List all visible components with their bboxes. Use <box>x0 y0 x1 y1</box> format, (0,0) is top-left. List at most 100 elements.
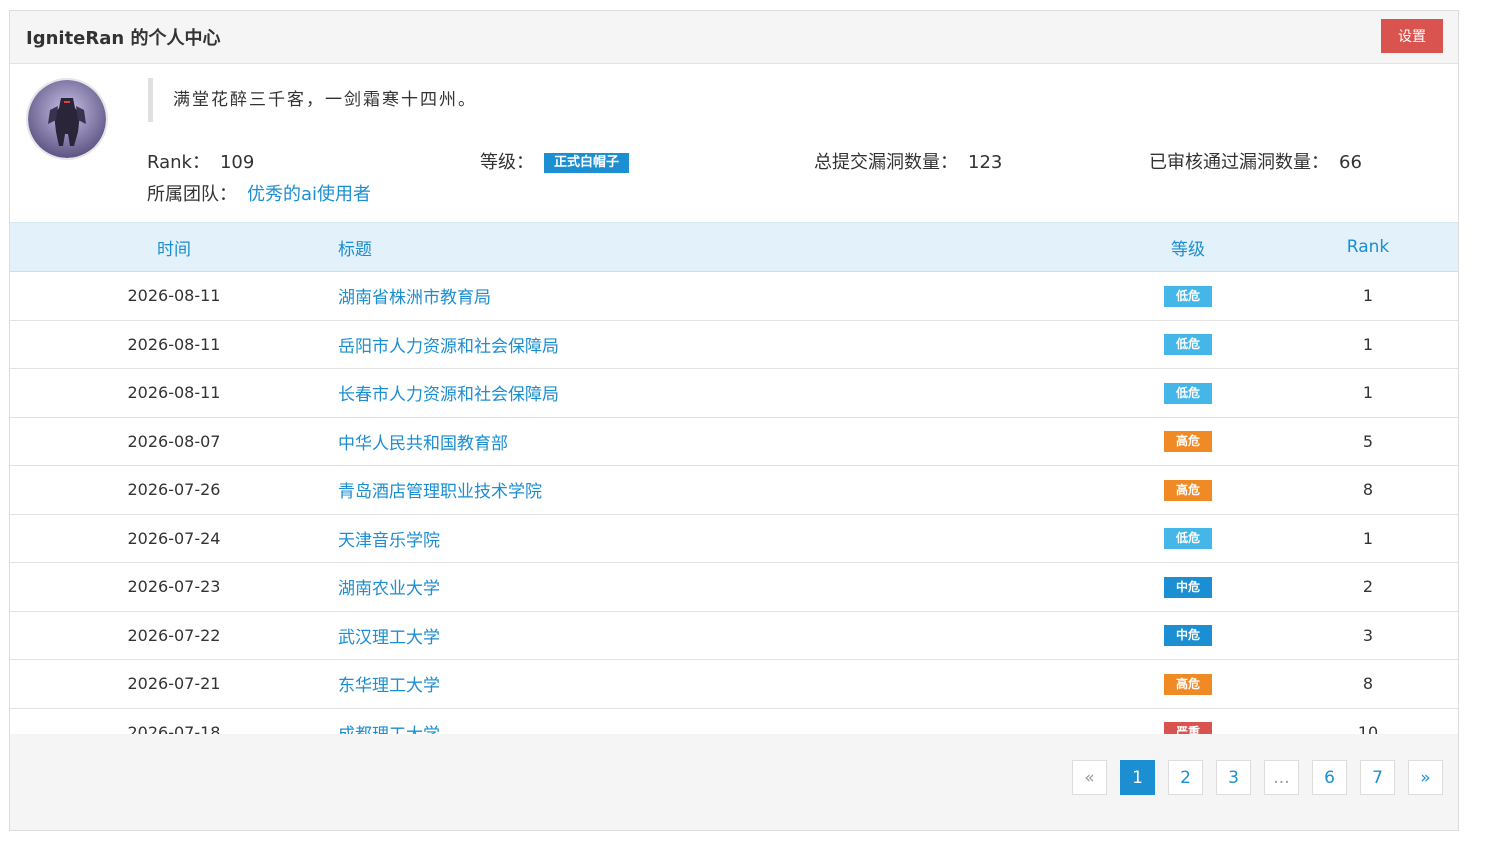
row-rank: 1 <box>1278 271 1458 321</box>
row-title-cell: 东华理工大学 <box>338 659 1098 709</box>
row-date: 2026-08-11 <box>10 271 338 321</box>
row-level-cell: 高危 <box>1098 465 1278 515</box>
row-title-link[interactable]: 天津音乐学院 <box>338 531 440 551</box>
pagination-footer: « 1 2 3... 6 7 » <box>10 734 1458 830</box>
table-row: 2026-08-11 湖南省株洲市教育局 低危 1 <box>10 271 1458 321</box>
team-stat: 所属团队： 优秀的ai使用者 <box>147 180 371 206</box>
team-link[interactable]: 优秀的ai使用者 <box>247 184 371 205</box>
header-title: 标题 <box>338 222 1098 272</box>
row-title-link[interactable]: 长春市人力资源和社会保障局 <box>338 385 559 405</box>
severity-badge: 低危 <box>1164 382 1212 404</box>
team-label: 所属团队： <box>147 184 237 205</box>
pagination-ellipsis[interactable]: ... <box>1264 760 1299 795</box>
row-date: 2026-07-21 <box>10 659 338 709</box>
severity-badge: 高危 <box>1164 673 1212 695</box>
pagination-page-6[interactable]: 6 <box>1312 760 1347 795</box>
avatar[interactable] <box>26 78 108 160</box>
total-submissions-stat: 总提交漏洞数量： 123 <box>814 148 1002 174</box>
row-title-cell: 湖南省株洲市教育局 <box>338 271 1098 321</box>
vulnerability-table: 时间 标题 等级 Rank 2026-08-11 湖南省株洲市教育局 低危 1 2026… <box>10 222 1458 757</box>
table-row: 2026-08-11 长春市人力资源和社会保障局 低危 1 <box>10 368 1458 418</box>
panel-header: IgniteRan 的个人中心 设置 <box>10 11 1458 64</box>
pagination: « 1 2 3... 6 7 » <box>1059 760 1443 795</box>
row-title-cell: 长春市人力资源和社会保障局 <box>338 368 1098 418</box>
row-title-cell: 武汉理工大学 <box>338 611 1098 660</box>
table-row: 2026-08-07 中华人民共和国教育部 高危 5 <box>10 417 1458 466</box>
rank-value: 109 <box>219 152 255 173</box>
row-title-link[interactable]: 武汉理工大学 <box>338 628 440 648</box>
row-title-link[interactable]: 湖南农业大学 <box>338 579 440 599</box>
row-rank: 1 <box>1278 320 1458 369</box>
row-title-link[interactable]: 湖南省株洲市教育局 <box>338 288 491 308</box>
page-title: IgniteRan 的个人中心 <box>26 28 221 49</box>
severity-badge: 高危 <box>1164 431 1212 453</box>
row-level-cell: 低危 <box>1098 320 1278 369</box>
row-title-cell: 中华人民共和国教育部 <box>338 417 1098 466</box>
total-value: 123 <box>968 152 1003 173</box>
row-level-cell: 高危 <box>1098 659 1278 709</box>
row-level-cell: 低危 <box>1098 368 1278 418</box>
approved-label: 已审核通过漏洞数量： <box>1149 152 1329 173</box>
level-label: 等级： <box>480 152 534 173</box>
row-date: 2026-07-23 <box>10 562 338 612</box>
level-badge: 正式白帽子 <box>544 153 630 173</box>
table-header-row: 时间 标题 等级 Rank <box>10 222 1458 272</box>
row-rank: 5 <box>1278 417 1458 466</box>
row-level-cell: 中危 <box>1098 611 1278 660</box>
header-level: 等级 <box>1098 222 1278 272</box>
row-date: 2026-08-11 <box>10 320 338 369</box>
row-date: 2026-07-24 <box>10 514 338 563</box>
row-rank: 1 <box>1278 514 1458 563</box>
approved-stat: 已审核通过漏洞数量： 66 <box>1149 148 1362 174</box>
severity-badge: 中危 <box>1164 576 1212 598</box>
pagination-page-7[interactable]: 7 <box>1360 760 1395 795</box>
severity-badge: 低危 <box>1164 334 1212 356</box>
avatar-image <box>28 80 106 158</box>
table-row: 2026-08-11 岳阳市人力资源和社会保障局 低危 1 <box>10 320 1458 369</box>
row-level-cell: 低危 <box>1098 514 1278 563</box>
row-title-cell: 青岛酒店管理职业技术学院 <box>338 465 1098 515</box>
pagination-page-1[interactable]: 1 <box>1120 760 1155 795</box>
rank-stat: Rank： 109 <box>147 148 254 174</box>
motto: 满堂花醉三千客，一剑霜寒十四州。 <box>148 78 477 122</box>
row-title-link[interactable]: 青岛酒店管理职业技术学院 <box>338 482 542 502</box>
row-date: 2026-08-11 <box>10 368 338 418</box>
row-date: 2026-07-26 <box>10 465 338 515</box>
row-rank: 8 <box>1278 465 1458 515</box>
row-level-cell: 中危 <box>1098 562 1278 612</box>
rank-label: Rank： <box>147 152 210 173</box>
row-level-cell: 低危 <box>1098 271 1278 321</box>
row-date: 2026-07-22 <box>10 611 338 660</box>
row-title-link[interactable]: 中华人民共和国教育部 <box>338 434 508 454</box>
row-rank: 8 <box>1278 659 1458 709</box>
header-rank: Rank <box>1278 222 1458 272</box>
row-title-cell: 湖南农业大学 <box>338 562 1098 612</box>
row-title-cell: 天津音乐学院 <box>338 514 1098 563</box>
severity-badge: 中危 <box>1164 625 1212 647</box>
table-row: 2026-07-22 武汉理工大学 中危 3 <box>10 611 1458 660</box>
row-level-cell: 高危 <box>1098 417 1278 466</box>
table-row: 2026-07-26 青岛酒店管理职业技术学院 高危 8 <box>10 465 1458 515</box>
pagination-page-2[interactable]: 2 <box>1168 760 1203 795</box>
profile-panel: IgniteRan 的个人中心 设置 满堂花醉三千客，一剑霜寒十四州。 Rank… <box>9 10 1459 831</box>
severity-badge: 低危 <box>1164 285 1212 307</box>
row-title-link[interactable]: 岳阳市人力资源和社会保障局 <box>338 337 559 357</box>
approved-value: 66 <box>1339 152 1362 173</box>
table-row: 2026-07-24 天津音乐学院 低危 1 <box>10 514 1458 563</box>
row-date: 2026-08-07 <box>10 417 338 466</box>
header-time: 时间 <box>10 222 338 272</box>
severity-badge: 高危 <box>1164 479 1212 501</box>
row-title-link[interactable]: 东华理工大学 <box>338 676 440 696</box>
row-rank: 2 <box>1278 562 1458 612</box>
severity-badge: 低危 <box>1164 528 1212 550</box>
row-rank: 1 <box>1278 368 1458 418</box>
level-stat: 等级： 正式白帽子 <box>480 148 630 174</box>
pagination-next[interactable]: » <box>1408 760 1443 795</box>
total-label: 总提交漏洞数量： <box>814 152 958 173</box>
row-rank: 3 <box>1278 611 1458 660</box>
profile-info: 满堂花醉三千客，一剑霜寒十四州。 Rank： 109 等级： 正式白帽子 总提交漏洞… <box>10 64 1458 222</box>
pagination-page-3[interactable]: 3 <box>1216 760 1251 795</box>
table-row: 2026-07-21 东华理工大学 高危 8 <box>10 659 1458 709</box>
settings-button[interactable]: 设置 <box>1381 19 1443 53</box>
pagination-prev[interactable]: « <box>1072 760 1107 795</box>
